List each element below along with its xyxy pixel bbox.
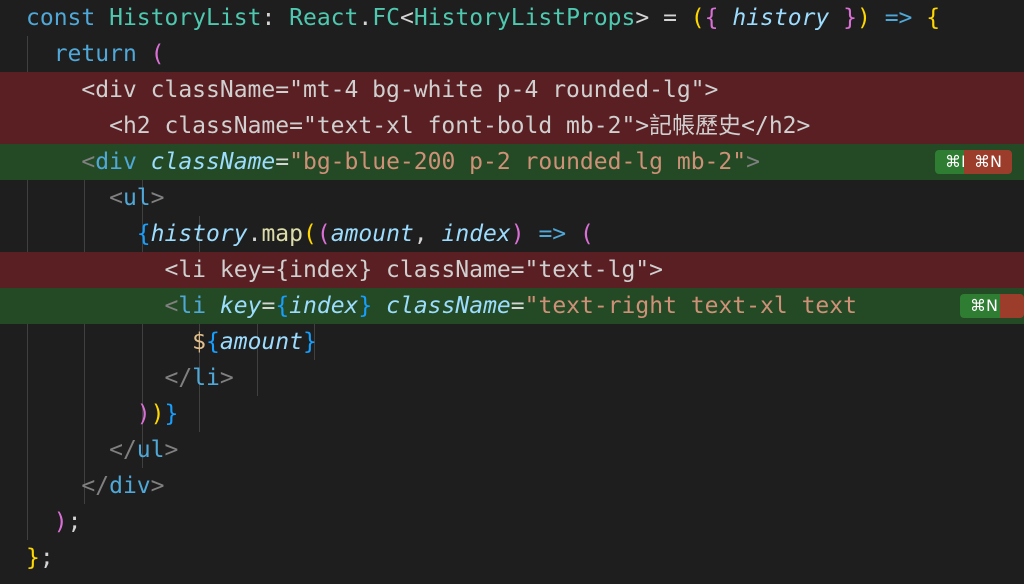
parameter: index [441, 221, 511, 247]
code-line[interactable]: ); [0, 504, 1024, 540]
template-dollar: $ [192, 329, 207, 355]
punctuation: . [247, 221, 262, 247]
bracket: { [206, 329, 220, 355]
bracket: } [358, 293, 373, 319]
bracket: ( [302, 221, 317, 247]
reject-change-button[interactable]: ⌘N [964, 150, 1012, 174]
variable: index [289, 293, 359, 319]
punctuation: < [164, 293, 179, 319]
punctuation: > [635, 5, 650, 31]
punctuation: : [261, 5, 290, 31]
code-line[interactable]: </li> [0, 360, 1024, 396]
code-line[interactable]: return ( [0, 36, 1024, 72]
parameter: history [718, 5, 844, 31]
tag-name: div [95, 149, 137, 175]
punctuation [137, 149, 151, 175]
bracket: ( [690, 5, 705, 31]
string-literal: "text-right text-xl text [524, 293, 857, 319]
punctuation: > [746, 149, 760, 175]
code-line[interactable]: }; [0, 540, 1024, 576]
punctuation: ; [67, 509, 82, 535]
punctuation: > [164, 437, 179, 463]
added-line[interactable]: <li key={index} className="text-right te… [0, 288, 1024, 324]
punctuation [206, 293, 220, 319]
punctuation: > [150, 185, 165, 211]
punctuation: < [109, 185, 123, 211]
tag-name: ul [136, 437, 165, 463]
tag-name: ul [122, 185, 151, 211]
removed-line[interactable]: <h2 className="text-xl font-bold mb-2">記… [0, 108, 1024, 144]
removed-line[interactable]: <div className="mt-4 bg-white p-4 rounde… [0, 72, 1024, 108]
identifier: React [289, 5, 359, 31]
punctuation: . [358, 5, 373, 31]
removed-code: <h2 className="text-xl font-bold mb-2">記… [109, 113, 811, 139]
keyword: const [26, 5, 96, 31]
code-editor[interactable]: const HistoryList: React.FC<HistoryListP… [0, 0, 1024, 584]
code-line[interactable]: {history.map((amount, index) => ( [0, 216, 1024, 252]
punctuation [137, 41, 151, 67]
bracket: } [26, 545, 40, 571]
bracket: ( [580, 221, 594, 247]
punctuation: = [275, 149, 290, 175]
removed-code: <div className="mt-4 bg-white p-4 rounde… [81, 77, 719, 103]
tag-name: li [192, 365, 220, 391]
bracket: ) [150, 401, 165, 427]
attribute-name: className [150, 149, 276, 175]
attribute-name: key [219, 293, 262, 319]
identifier: FC [372, 5, 400, 31]
removed-code: <li key={index} className="text-lg"> [164, 257, 663, 283]
code-line[interactable]: const HistoryList: React.FC<HistoryListP… [0, 0, 1024, 36]
variable: history [150, 221, 248, 247]
punctuation: </ [109, 437, 137, 463]
removed-line[interactable]: <li key={index} className="text-lg"> [0, 252, 1024, 288]
punctuation: = [261, 293, 276, 319]
bracket: ) [136, 401, 151, 427]
bracket: { [136, 221, 151, 247]
bracket: ) [856, 5, 871, 31]
tag-name: li [178, 293, 207, 319]
punctuation: , [413, 221, 442, 247]
bracket: ( [150, 41, 165, 67]
string-literal: "bg-blue-200 p-2 rounded-lg mb-2" [289, 149, 747, 175]
added-line[interactable]: <div className="bg-blue-200 p-2 rounded-… [0, 144, 1024, 180]
arrow-operator: => [870, 5, 927, 31]
tag-name: div [109, 473, 151, 499]
punctuation: </ [81, 473, 110, 499]
bracket: } [302, 329, 317, 355]
keyword: return [53, 41, 137, 67]
punctuation: < [81, 149, 96, 175]
code-line[interactable]: ))} [0, 396, 1024, 432]
bracket: ( [316, 221, 331, 247]
bracket: { [926, 5, 941, 31]
attribute-name: className [386, 293, 511, 319]
bracket: ) [53, 509, 68, 535]
punctuation: </ [164, 365, 193, 391]
bracket: ) [510, 221, 525, 247]
punctuation: = [510, 293, 525, 319]
bracket: { [275, 293, 290, 319]
arrow-operator: => [524, 221, 580, 247]
bracket: } [843, 5, 857, 31]
code-line[interactable]: </div> [0, 468, 1024, 504]
identifier: HistoryList [109, 5, 262, 31]
bracket: { [704, 5, 719, 31]
identifier: HistoryListProps [413, 5, 636, 31]
code-line[interactable]: ${amount} [0, 324, 1024, 360]
punctuation: ; [39, 545, 54, 571]
code-line[interactable]: <ul> [0, 180, 1024, 216]
punctuation: < [399, 5, 414, 31]
method-name: map [261, 221, 303, 247]
punctuation [372, 293, 386, 319]
parameter: amount [330, 221, 414, 247]
accept-change-button[interactable]: ⌘N [960, 294, 1002, 318]
code-line[interactable]: </ul> [0, 432, 1024, 468]
punctuation: > [150, 473, 165, 499]
bracket: } [164, 401, 179, 427]
punctuation: = [649, 5, 691, 31]
punctuation: > [219, 365, 234, 391]
reject-change-button[interactable] [1000, 294, 1024, 318]
variable: amount [219, 329, 303, 355]
